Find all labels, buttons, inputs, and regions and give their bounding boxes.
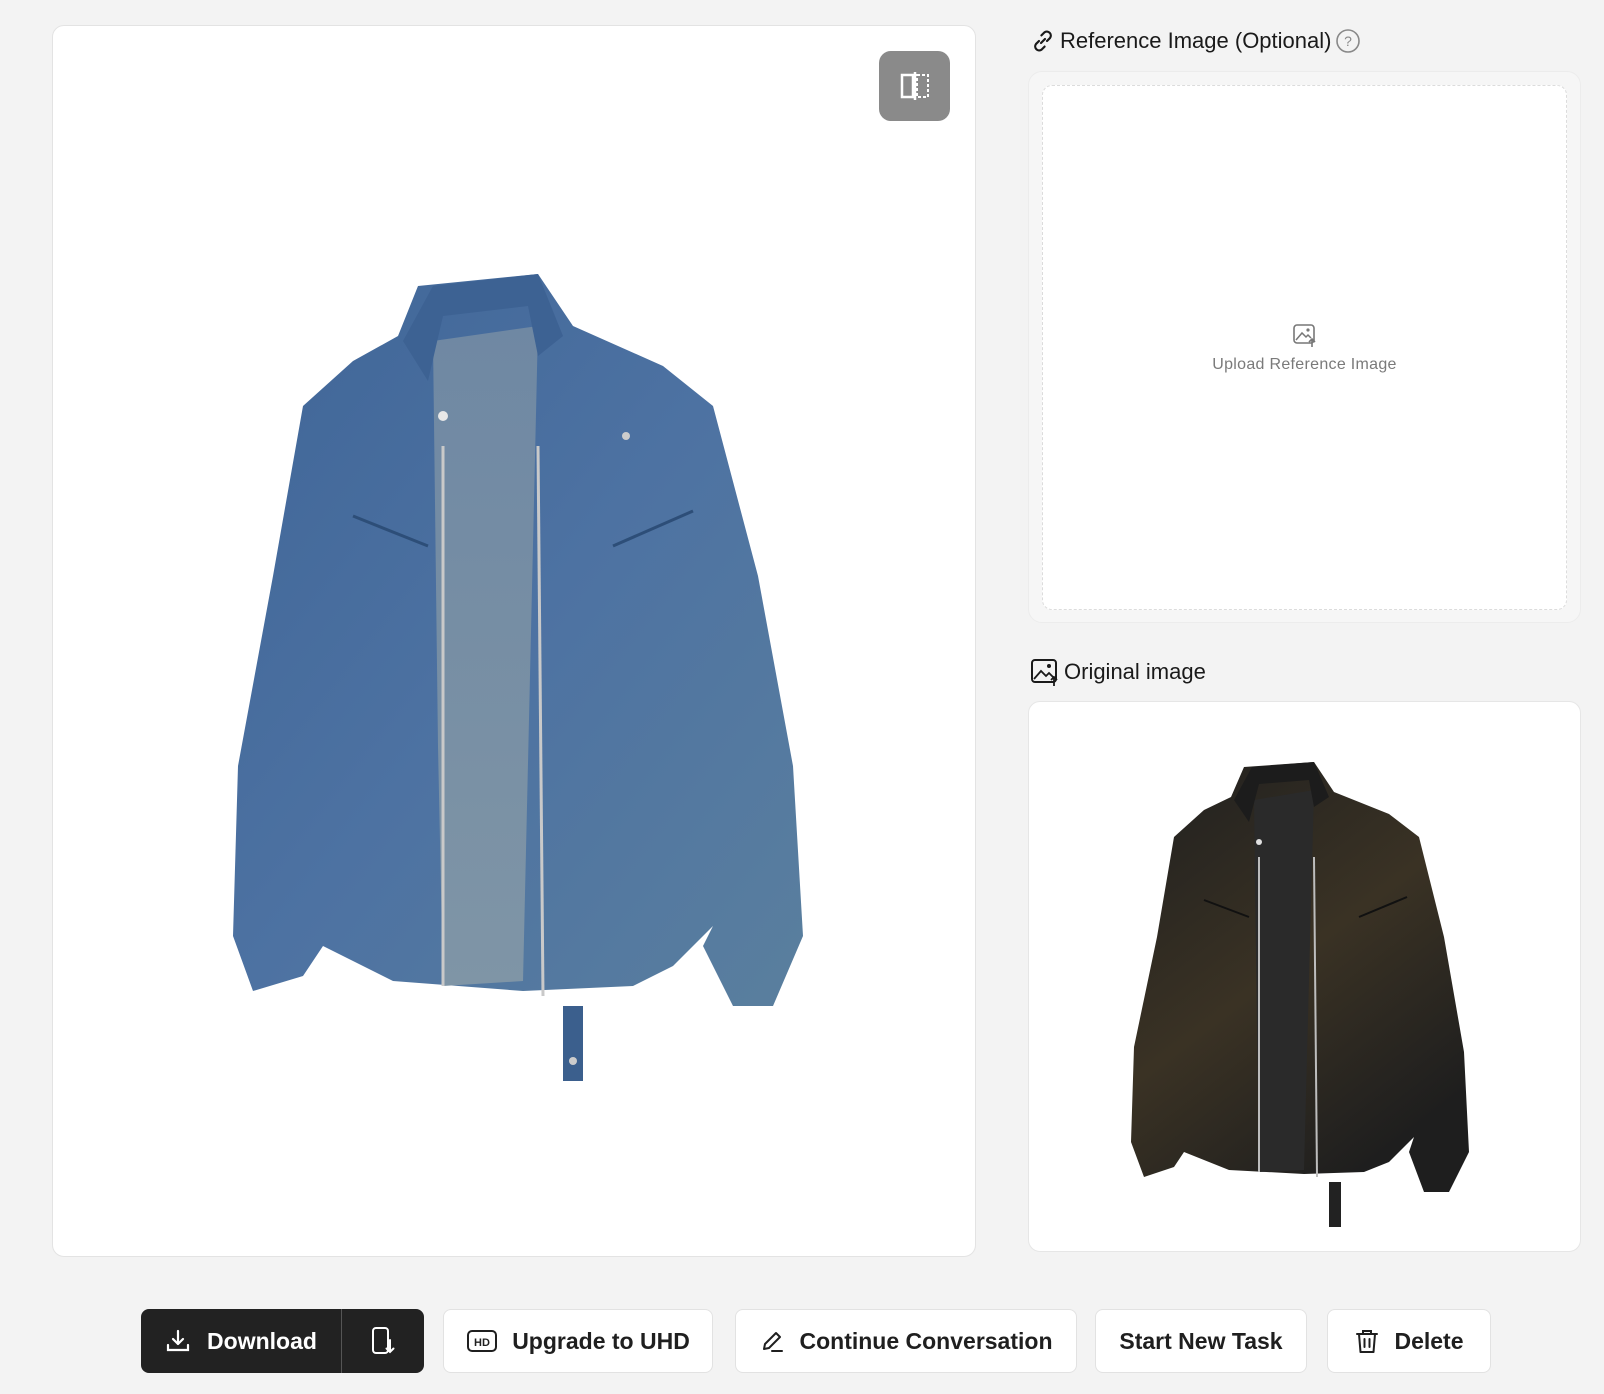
upgrade-uhd-button[interactable]: HD Upgrade to UHD	[443, 1309, 713, 1373]
download-button[interactable]: Download	[141, 1309, 342, 1373]
start-new-task-label: Start New Task	[1119, 1327, 1283, 1354]
compare-button[interactable]	[879, 51, 950, 121]
svg-text:HD: HD	[474, 1337, 490, 1349]
mobile-download-icon	[372, 1327, 395, 1354]
reference-upload-dropzone[interactable]: Upload Reference Image	[1042, 85, 1567, 610]
svg-text:?: ?	[1345, 33, 1353, 49]
hd-icon: HD	[467, 1330, 498, 1352]
edit-icon	[763, 1332, 784, 1352]
continue-conversation-button[interactable]: Continue Conversation	[735, 1309, 1077, 1373]
original-title-text: Original image	[1064, 659, 1206, 684]
download-to-device-button[interactable]	[342, 1309, 424, 1373]
compare-split-icon	[900, 72, 929, 100]
reference-title: Reference Image (Optional) ?	[1030, 28, 1361, 54]
result-jacket-image	[233, 274, 803, 1081]
start-new-task-button[interactable]: Start New Task	[1095, 1309, 1307, 1373]
delete-button[interactable]: Delete	[1327, 1309, 1491, 1373]
upgrade-uhd-label: Upgrade to UHD	[512, 1327, 690, 1354]
reference-title-text: Reference Image (Optional)	[1060, 28, 1332, 53]
original-image-panel	[1028, 701, 1581, 1252]
reference-upload-container: Upload Reference Image	[1028, 71, 1581, 623]
image-upload-icon	[1292, 323, 1316, 347]
question-circle-icon[interactable]: ?	[1335, 28, 1361, 54]
download-button-group: Download	[141, 1309, 424, 1373]
original-title: Original image	[1030, 657, 1206, 687]
continue-conversation-label: Continue Conversation	[799, 1327, 1053, 1354]
image-icon	[1031, 659, 1058, 686]
download-icon	[166, 1329, 190, 1352]
delete-label: Delete	[1394, 1327, 1464, 1354]
result-image-panel	[52, 25, 976, 1257]
link-icon	[1034, 30, 1052, 52]
trash-icon	[1356, 1330, 1379, 1353]
original-jacket-image	[1131, 762, 1469, 1227]
upload-reference-label: Upload Reference Image	[1212, 355, 1397, 373]
download-label: Download	[207, 1327, 317, 1354]
